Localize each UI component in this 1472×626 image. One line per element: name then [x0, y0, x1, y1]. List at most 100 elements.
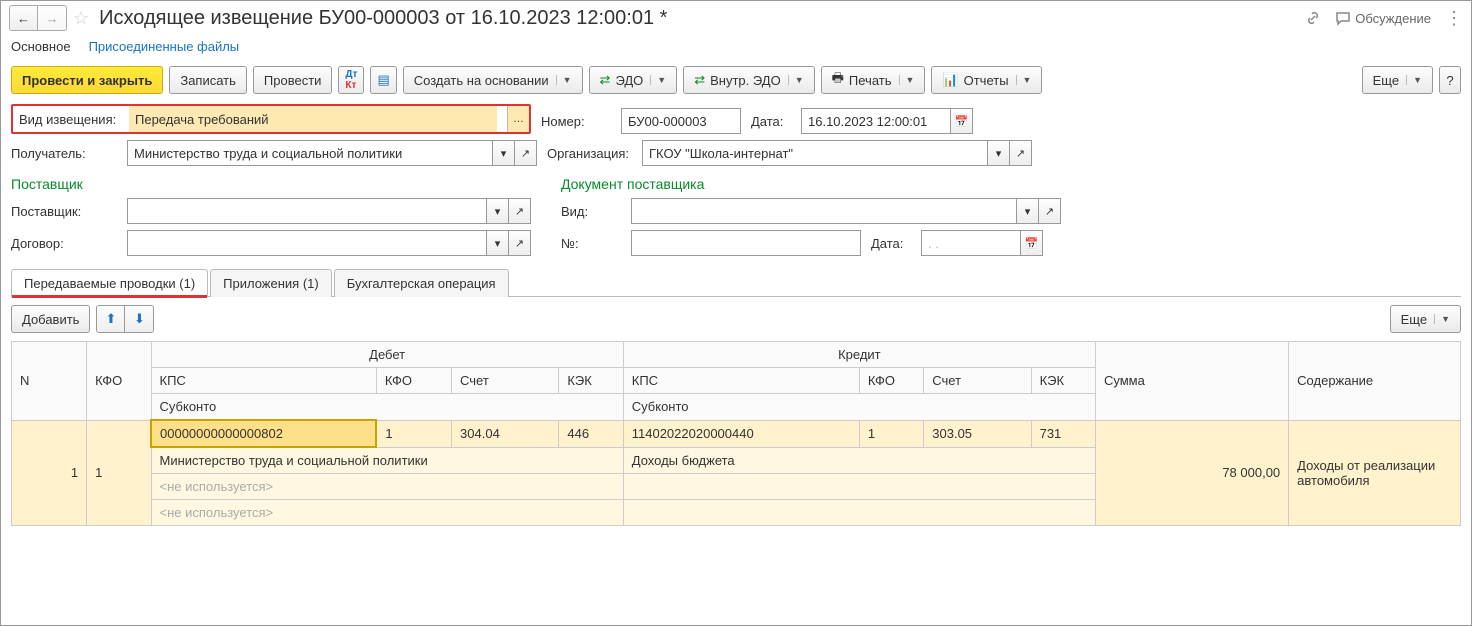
post-button[interactable]: Провести — [253, 66, 333, 94]
page-title: Исходящее извещение БУ00-000003 от 16.10… — [99, 7, 1299, 30]
arrow-down-icon: ⬇ — [134, 311, 145, 327]
tab-accounting-op[interactable]: Бухгалтерская операция — [334, 269, 509, 297]
cell-d-acc[interactable]: 304.04 — [452, 420, 559, 447]
org-field[interactable]: ГКОУ "Школа-интернат" — [642, 140, 988, 166]
cell-d-kek[interactable]: 446 — [559, 420, 623, 447]
calendar-button[interactable]: 📅 — [951, 108, 973, 134]
col-c-kps: КПС — [623, 368, 859, 394]
cell-c-acc[interactable]: 303.05 — [924, 420, 1031, 447]
link-icon[interactable] — [1305, 10, 1321, 26]
dropdown-button[interactable]: ▾ — [487, 198, 509, 224]
arrow-right-icon: → — [46, 11, 59, 26]
nav-main[interactable]: Основное — [11, 39, 71, 54]
nav-forward-button[interactable]: → — [38, 6, 66, 30]
dropdown-button[interactable]: ▾ — [988, 140, 1010, 166]
document-icon: ▤ — [377, 72, 389, 88]
chart-icon: 📊 — [942, 72, 958, 88]
dropdown-button[interactable]: ▾ — [493, 140, 515, 166]
doc-date-field[interactable]: . . — [921, 230, 1021, 256]
cell-d-kfo[interactable]: 1 — [376, 420, 451, 447]
print-button[interactable]: 🖶Печать▼ — [821, 66, 926, 94]
caret-down-icon: ▼ — [899, 75, 915, 85]
col-c-acc: Счет — [924, 368, 1031, 394]
reports-button[interactable]: 📊Отчеты▼ — [931, 66, 1042, 94]
cell-d-sub2[interactable]: <не используется> — [151, 474, 623, 500]
open-button[interactable]: ↗ — [515, 140, 537, 166]
favorite-star-icon[interactable]: ☆ — [73, 8, 89, 29]
kind-label: Вид: — [561, 204, 621, 219]
caret-down-icon: ▼ — [788, 75, 804, 85]
internal-edo-button[interactable]: ⇄Внутр. ЭДО▼ — [683, 66, 814, 94]
tab-attachments[interactable]: Приложения (1) — [210, 269, 332, 297]
notice-type-field[interactable]: Передача требований — [129, 106, 497, 132]
tab-entries[interactable]: Передаваемые проводки (1) — [11, 269, 208, 297]
contract-label: Договор: — [11, 236, 117, 251]
kind-field[interactable] — [631, 198, 1017, 224]
kebab-menu-icon[interactable]: ⋮ — [1445, 8, 1463, 29]
save-button[interactable]: Записать — [169, 66, 247, 94]
cell-c-sub1[interactable]: Доходы бюджета — [623, 447, 1095, 474]
doc-no-field[interactable] — [631, 230, 861, 256]
dt-kt-button[interactable]: ДтКт — [338, 66, 364, 94]
dropdown-button[interactable]: ▾ — [1017, 198, 1039, 224]
col-kfo: КФО — [87, 342, 151, 421]
col-d-kek: КЭК — [559, 368, 623, 394]
cell-c-kfo[interactable]: 1 — [859, 420, 923, 447]
move-up-button[interactable]: ⬆ — [97, 306, 125, 332]
nav-attached-files[interactable]: Присоединенные файлы — [89, 39, 240, 54]
doc-icon-button[interactable]: ▤ — [370, 66, 396, 94]
cell-c-kek[interactable]: 731 — [1031, 420, 1095, 447]
add-row-button[interactable]: Добавить — [11, 305, 90, 333]
create-based-button[interactable]: Создать на основании▼ — [403, 66, 583, 94]
org-label: Организация: — [547, 146, 632, 161]
open-button[interactable]: ↗ — [509, 230, 531, 256]
post-and-close-button[interactable]: Провести и закрыть — [11, 66, 163, 94]
table-row[interactable]: 1 1 00000000000000802 1 304.04 446 11402… — [12, 420, 1461, 447]
number-label: Номер: — [541, 114, 611, 129]
more-button[interactable]: Еще▼ — [1362, 66, 1433, 94]
cell-content[interactable]: Доходы от реализации автомобиля — [1289, 420, 1461, 526]
dt-kt-icon: ДтКт — [345, 69, 357, 91]
caret-down-icon: ▼ — [650, 75, 666, 85]
cell-d-sub1[interactable]: Министерство труда и социальной политики — [151, 447, 623, 474]
help-button[interactable]: ? — [1439, 66, 1461, 94]
cell-c-kps[interactable]: 11402022020000440 — [623, 420, 859, 447]
table-more-button[interactable]: Еще▼ — [1390, 305, 1461, 333]
discuss-label: Обсуждение — [1355, 11, 1431, 26]
calendar-icon: 📅 — [1025, 237, 1039, 250]
move-down-button[interactable]: ⬇ — [125, 306, 153, 332]
col-n: N — [12, 342, 87, 421]
edo-button[interactable]: ⇄ЭДО▼ — [589, 66, 678, 94]
cell-sum[interactable]: 78 000,00 — [1095, 420, 1288, 526]
contract-field[interactable] — [127, 230, 487, 256]
date-field[interactable]: 16.10.2023 12:00:01 — [801, 108, 951, 134]
caret-down-icon: ▼ — [1406, 75, 1422, 85]
dropdown-button[interactable]: ▾ — [487, 230, 509, 256]
arrow-up-icon: ⬆ — [106, 311, 117, 327]
discuss-link[interactable]: Обсуждение — [1335, 10, 1431, 26]
calendar-button[interactable]: 📅 — [1021, 230, 1043, 256]
col-d-kfo: КФО — [376, 368, 451, 394]
recipient-field[interactable]: Министерство труда и социальной политики — [127, 140, 493, 166]
caret-down-icon: ▼ — [556, 75, 572, 85]
entries-table: N КФО Дебет Кредит Сумма Содержание КПС … — [11, 341, 1461, 526]
cell-c-sub3[interactable] — [623, 500, 1095, 526]
ellipsis-button[interactable]: … — [507, 106, 529, 132]
col-c-kek: КЭК — [1031, 368, 1095, 394]
nav-back-button[interactable]: ← — [10, 6, 38, 30]
exchange-icon: ⇄ — [694, 72, 705, 88]
col-d-kps: КПС — [151, 368, 376, 394]
open-button[interactable]: ↗ — [509, 198, 531, 224]
open-button[interactable]: ↗ — [1010, 140, 1032, 166]
number-field[interactable]: БУ00-000003 — [621, 108, 741, 134]
open-button[interactable]: ↗ — [1039, 198, 1061, 224]
cell-c-sub2[interactable] — [623, 474, 1095, 500]
doc-date-label: Дата: — [871, 236, 911, 251]
cell-d-kps[interactable]: 00000000000000802 — [151, 420, 376, 447]
calendar-icon: 📅 — [955, 115, 969, 128]
supplier-field[interactable] — [127, 198, 487, 224]
col-d-sub: Субконто — [151, 394, 623, 421]
col-debit: Дебет — [151, 342, 623, 368]
cell-d-sub3[interactable]: <не используется> — [151, 500, 623, 526]
col-c-kfo: КФО — [859, 368, 923, 394]
